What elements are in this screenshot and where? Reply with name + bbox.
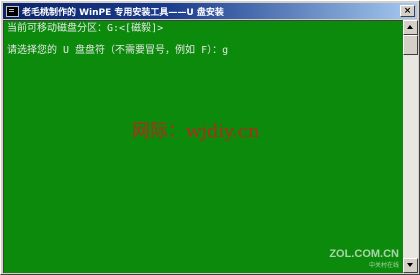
close-button[interactable]: × [400,5,415,17]
console-app-icon[interactable] [6,5,19,17]
site-watermark: 网际：wjdiy.cn [132,121,260,142]
scroll-down-arrow-icon[interactable] [403,258,418,273]
zol-watermark: ZOL.COM.CN 中关村在线 [329,248,399,269]
scroll-up-arrow-icon[interactable] [403,20,418,35]
scroll-thumb[interactable] [403,35,418,55]
title-bar[interactable]: 老毛桃制作的 WinPE 专用安装工具——U 盘安装 × [3,3,417,19]
window-title: 老毛桃制作的 WinPE 专用安装工具——U 盘安装 [22,7,224,18]
zol-subtitle: 中关村在线 [368,263,399,269]
console-window: 老毛桃制作的 WinPE 专用安装工具——U 盘安装 × 当前可移动磁盘分区：G… [0,0,420,275]
drive-letter-prompt: 请选择您的 U 盘盘符（不需要冒号，例如 F）：g [7,45,229,56]
vertical-scrollbar[interactable] [403,20,418,273]
zol-logo: ZOL.COM.CN [329,248,399,260]
console-output[interactable]: 当前可移动磁盘分区：G:<[磁毅]> 请选择您的 U 盘盘符（不需要冒号，例如 … [3,20,403,273]
partition-info-line: 当前可移动磁盘分区：G:<[磁毅]> [7,23,164,34]
